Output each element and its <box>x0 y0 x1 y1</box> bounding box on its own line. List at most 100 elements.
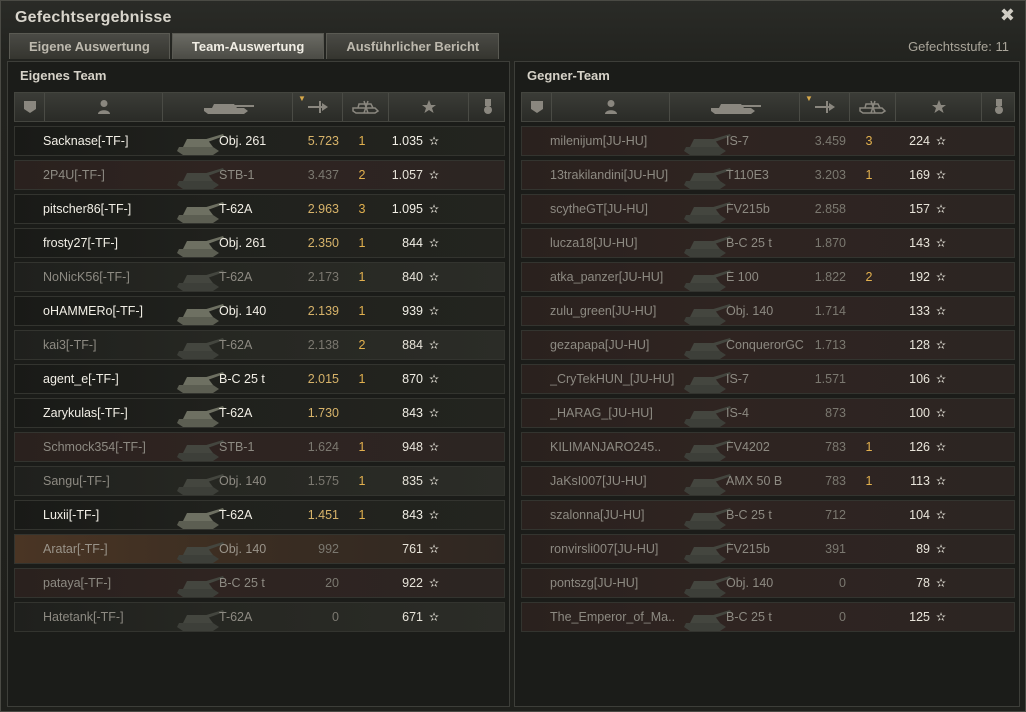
sort-xp-button[interactable] <box>389 93 469 121</box>
tank-silhouette-icon <box>680 570 732 598</box>
tab-ausfuehrlicher-bericht[interactable]: Ausführlicher Bericht <box>326 33 500 59</box>
tank-name: ConquerorGC <box>726 338 804 352</box>
damage-value: 2.138 <box>307 338 339 352</box>
player-name: gezapapa[JU-HU] <box>550 338 650 352</box>
xp-value: 113 <box>910 474 930 488</box>
sort-tank-button[interactable] <box>670 93 800 121</box>
player-row[interactable]: 2P4U[-TF-] STB-1 3.437 2 1.057 ✫ <box>14 160 505 190</box>
player-row[interactable]: Hatetank[-TF-] T-62A 0 671 ✫ <box>14 602 505 632</box>
window-title: Gefechtsergebnisse <box>15 9 172 26</box>
player-row[interactable]: The_Emperor_of_Ma.. B-C 25 t 0 125 ✫ <box>521 602 1015 632</box>
sort-player-button[interactable] <box>552 93 670 121</box>
player-row[interactable]: lucza18[JU-HU] B-C 25 t 1.870 143 ✫ <box>521 228 1015 258</box>
player-name: lucza18[JU-HU] <box>550 236 638 250</box>
close-icon[interactable]: ✖ <box>1000 7 1015 25</box>
battle-tier-label: Gefechtsstufe: 11 <box>908 39 1009 54</box>
sort-squad-button[interactable] <box>15 93 45 121</box>
player-row[interactable]: zulu_green[JU-HU] Obj. 140 1.714 133 ✫ <box>521 296 1015 326</box>
sort-tank-button[interactable] <box>163 93 293 121</box>
xp-value: 840 <box>402 270 423 284</box>
sort-kills-button[interactable] <box>343 93 389 121</box>
player-row[interactable]: NoNicK56[-TF-] T-62A 2.173 1 840 ✫ <box>14 262 505 292</box>
player-row[interactable]: pataya[-TF-] B-C 25 t 20 922 ✫ <box>14 568 505 598</box>
player-row[interactable]: Schmock354[-TF-] STB-1 1.624 1 948 ✫ <box>14 432 505 462</box>
tank-silhouette-icon <box>173 536 225 564</box>
damage-icon <box>307 100 329 114</box>
player-row[interactable]: ronvirsli007[JU-HU] FV215b 391 89 ✫ <box>521 534 1015 564</box>
tank-name: T-62A <box>219 202 253 216</box>
star-icon: ✫ <box>935 304 947 318</box>
xp-value: 835 <box>402 474 423 488</box>
player-row[interactable]: Sacknase[-TF-] Obj. 261 5.723 1 1.035 ✫ <box>14 126 505 156</box>
tab-team-auswertung[interactable]: Team-Auswertung <box>171 33 325 59</box>
star-icon: ✫ <box>935 440 947 454</box>
player-row[interactable]: agent_e[-TF-] B-C 25 t 2.015 1 870 ✫ <box>14 364 505 394</box>
sort-squad-button[interactable] <box>522 93 552 121</box>
player-row[interactable]: pitscher86[-TF-] T-62A 2.963 3 1.095 ✫ <box>14 194 505 224</box>
kills-value <box>355 569 369 597</box>
tank-silhouette-icon <box>680 298 732 326</box>
player-row[interactable]: _HARAG_[JU-HU] IS-4 873 100 ✫ <box>521 398 1015 428</box>
squad-icon <box>23 100 37 114</box>
star-icon: ✫ <box>428 236 440 250</box>
player-row[interactable]: 13trakilandini[JU-HU] T110E3 3.203 1 169 ✫ <box>521 160 1015 190</box>
kills-value: 1 <box>358 508 366 522</box>
sort-xp-button[interactable] <box>896 93 982 121</box>
player-name: kai3[-TF-] <box>43 338 97 352</box>
player-row[interactable]: gezapapa[JU-HU] ConquerorGC 1.713 128 ✫ <box>521 330 1015 360</box>
xp-value: 761 <box>402 542 423 556</box>
damage-value: 873 <box>825 406 846 420</box>
player-row[interactable]: Aratar[-TF-] Obj. 140 992 761 ✫ <box>14 534 505 564</box>
sort-medals-button[interactable] <box>982 93 1016 121</box>
kills-value <box>355 399 369 427</box>
sort-medals-button[interactable] <box>469 93 506 121</box>
xp-value: 192 <box>909 270 930 284</box>
player-row[interactable]: pontszg[JU-HU] Obj. 140 0 78 ✫ <box>521 568 1015 598</box>
player-row[interactable]: milenijum[JU-HU] IS-7 3.459 3 224 ✫ <box>521 126 1015 156</box>
player-name: Schmock354[-TF-] <box>43 440 146 454</box>
xp-value: 1.057 <box>391 168 423 182</box>
xp-value: 844 <box>402 236 423 250</box>
tank-name: B-C 25 t <box>726 508 772 522</box>
tank-silhouette-icon <box>680 536 732 564</box>
kills-value: 2 <box>358 168 366 182</box>
own-team-title: Eigenes Team <box>20 68 107 83</box>
player-row[interactable]: KILIMANJARO245.. FV4202 783 1 126 ✫ <box>521 432 1015 462</box>
player-row[interactable]: Zarykulas[-TF-] T-62A 1.730 843 ✫ <box>14 398 505 428</box>
player-row[interactable]: frosty27[-TF-] Obj. 261 2.350 1 844 ✫ <box>14 228 505 258</box>
xp-value: 922 <box>402 576 423 590</box>
sort-player-button[interactable] <box>45 93 163 121</box>
damage-value: 3.459 <box>814 134 846 148</box>
player-name: ronvirsli007[JU-HU] <box>550 542 659 556</box>
player-row[interactable]: oHAMMERo[-TF-] Obj. 140 2.139 1 939 ✫ <box>14 296 505 326</box>
player-row[interactable]: JaKsI007[JU-HU] AMX 50 B 783 1 113 ✫ <box>521 466 1015 496</box>
kills-value: 1 <box>865 474 873 488</box>
player-name: Sacknase[-TF-] <box>43 134 129 148</box>
player-row[interactable]: _CryTekHUN_[JU-HU] IS-7 1.571 106 ✫ <box>521 364 1015 394</box>
star-icon: ✫ <box>428 270 440 284</box>
star-icon: ✫ <box>428 474 440 488</box>
player-name: Aratar[-TF-] <box>43 542 108 556</box>
star-icon: ✫ <box>428 610 440 624</box>
xp-value: 870 <box>402 372 423 386</box>
kills-value: 1 <box>358 372 366 386</box>
player-icon <box>97 99 111 115</box>
sort-kills-button[interactable] <box>850 93 896 121</box>
kills-value: 2 <box>358 338 366 352</box>
player-row[interactable]: scytheGT[JU-HU] FV215b 2.858 157 ✫ <box>521 194 1015 224</box>
player-row[interactable]: atka_panzer[JU-HU] E 100 1.822 2 192 ✫ <box>521 262 1015 292</box>
player-row[interactable]: Sangu[-TF-] Obj. 140 1.575 1 835 ✫ <box>14 466 505 496</box>
xp-value: 126 <box>909 440 930 454</box>
tab-eigene-auswertung[interactable]: Eigene Auswertung <box>9 33 170 59</box>
xp-value: 133 <box>909 304 930 318</box>
player-row[interactable]: szalonna[JU-HU] B-C 25 t 712 104 ✫ <box>521 500 1015 530</box>
player-name: _HARAG_[JU-HU] <box>550 406 653 420</box>
damage-value: 1.870 <box>814 236 846 250</box>
player-name: Sangu[-TF-] <box>43 474 110 488</box>
sort-damage-button[interactable]: ▼ <box>293 93 343 121</box>
tank-silhouette-icon <box>680 332 732 360</box>
player-row[interactable]: Luxii[-TF-] T-62A 1.451 1 843 ✫ <box>14 500 505 530</box>
xp-value: 843 <box>402 406 423 420</box>
sort-damage-button[interactable]: ▼ <box>800 93 850 121</box>
player-row[interactable]: kai3[-TF-] T-62A 2.138 2 884 ✫ <box>14 330 505 360</box>
